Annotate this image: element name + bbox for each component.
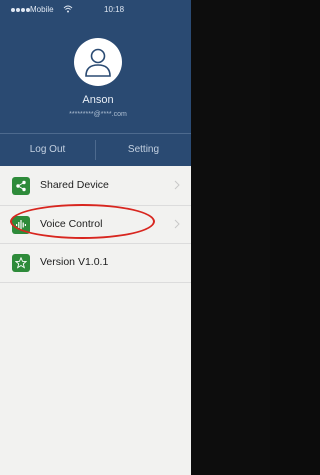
highlight-annotation: [10, 204, 155, 239]
profile-header: Mobile 10:18 Anson *********@****.com Lo…: [0, 0, 191, 166]
user-icon: [85, 48, 111, 77]
version-label: Version V1.0.1: [40, 256, 109, 268]
share-icon: [12, 177, 30, 195]
status-bar: Mobile 10:18: [0, 0, 191, 20]
setting-button[interactable]: Setting: [96, 134, 191, 166]
menu-item-version: Version V1.0.1: [0, 243, 191, 283]
logout-button[interactable]: Log Out: [0, 134, 95, 166]
wifi-icon: [63, 5, 73, 13]
carrier-name: Mobile: [30, 5, 54, 14]
menu-item-shared-device[interactable]: Shared Device: [0, 166, 191, 206]
content-overlay[interactable]: [191, 0, 270, 475]
app-screen: Mobile 10:18 Anson *********@****.com Lo…: [0, 0, 270, 475]
star-icon: [12, 254, 30, 272]
menu-item-label: Shared Device: [40, 179, 109, 191]
chevron-right-icon: [174, 180, 180, 190]
signal-icon: [11, 8, 30, 12]
user-email: *********@****.com: [69, 111, 127, 118]
side-drawer: Mobile 10:18 Anson *********@****.com Lo…: [0, 0, 191, 475]
username: Anson: [82, 94, 114, 106]
avatar[interactable]: [74, 38, 122, 86]
menu-divider: [0, 282, 191, 283]
chevron-right-icon: [174, 219, 180, 229]
status-time: 10:18: [104, 5, 125, 14]
